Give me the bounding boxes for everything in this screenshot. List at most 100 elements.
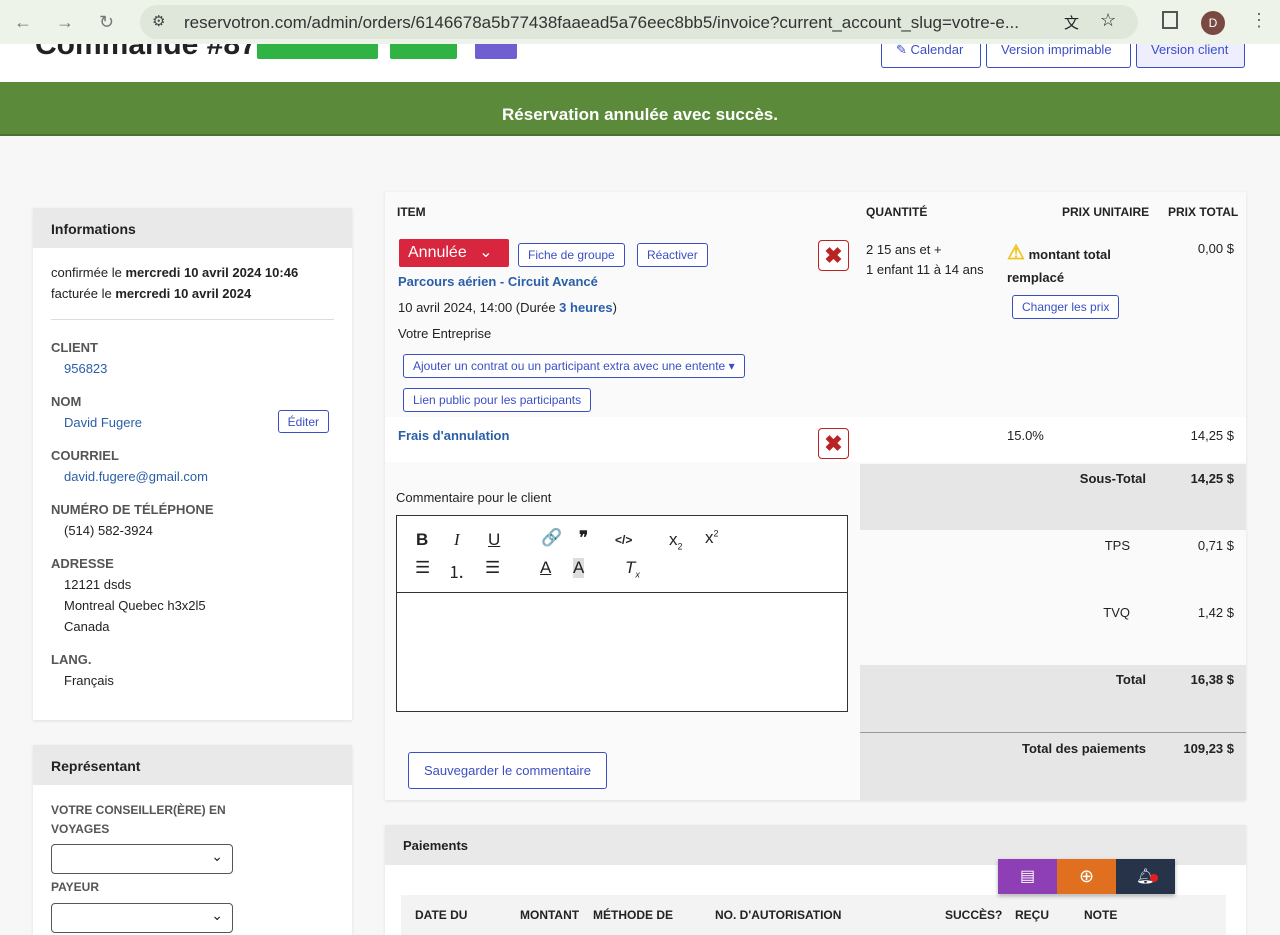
card-title: Représentant <box>33 745 352 785</box>
translate-icon[interactable]: 文 <box>1064 12 1079 33</box>
billed-date: mercredi 10 avril 2024 <box>115 286 252 301</box>
ordered-list-icon[interactable]: ⒈ <box>448 558 465 583</box>
name-label: NOM <box>51 394 82 409</box>
site-settings-icon[interactable]: ⚙ <box>152 12 165 30</box>
code-icon[interactable]: </> <box>615 533 632 547</box>
client-name-link[interactable]: David Fugere <box>64 415 142 430</box>
public-link-button[interactable]: Lien public pour les participants <box>403 388 592 412</box>
address-line: 12121 dsds <box>64 577 132 592</box>
comment-editor[interactable]: B I U 🔗 ❞ </> x2 x2 ☰ ⒈ ☰ A A Tx <box>396 515 848 712</box>
star-icon[interactable]: ☆ <box>1100 10 1116 31</box>
confirmed-label: confirmée le <box>51 265 122 280</box>
col-note: NOTE <box>1084 908 1118 922</box>
clear-format-icon[interactable]: Tx <box>625 558 640 579</box>
page-header: Commande #87 ✎ Calendar Version imprimab… <box>0 44 1280 82</box>
tvq-label: TVQ <box>1103 605 1130 620</box>
status-dropdown[interactable]: Annulée ⌄ <box>399 239 509 267</box>
email-link[interactable]: david.fugere@gmail.com <box>64 466 334 487</box>
payer-select[interactable] <box>51 903 233 933</box>
profile-avatar[interactable]: D <box>1201 11 1225 35</box>
align-icon[interactable]: ☰ <box>415 558 430 578</box>
printable-version-button[interactable]: Version imprimable <box>986 44 1131 68</box>
item-date-end: ) <box>612 300 617 315</box>
bold-icon[interactable]: B <box>416 530 428 550</box>
quote-icon[interactable]: ❞ <box>579 528 588 548</box>
edit-client-button[interactable]: Éditer <box>277 410 329 433</box>
reactivate-button[interactable]: Réactiver <box>637 243 708 267</box>
side-panel-icon[interactable] <box>1162 11 1178 29</box>
add-contract-label: Ajouter un contrat ou un participant ext… <box>413 359 726 373</box>
phone-value: (514) 582-3924 <box>64 523 153 538</box>
success-banner: Réservation annulée avec succès. <box>0 82 1280 136</box>
calendar-label: Calendar <box>910 44 964 57</box>
lang-label: LANG. <box>51 652 92 667</box>
browser-toolbar: ← → ↻ ⚙ reservotron.com/admin/orders/614… <box>0 0 1280 44</box>
col-total-price: PRIX TOTAL <box>1168 205 1239 219</box>
company-name: Votre Entreprise <box>398 326 492 341</box>
chevron-down-icon: ⌄ <box>479 244 493 261</box>
change-prices-button[interactable]: Changer les prix <box>1012 295 1120 319</box>
address-bar[interactable]: ⚙ reservotron.com/admin/orders/6146678a5… <box>140 5 1138 39</box>
subtotal-label: Sous-Total <box>1079 471 1146 486</box>
phone-label: NUMÉRO DE TÉLÉPHONE <box>51 502 214 517</box>
col-method: MÉTHODE DE <box>593 908 674 922</box>
fee-link[interactable]: Frais d'annulation <box>398 428 509 443</box>
line-total: 0,00 $ <box>1197 241 1234 256</box>
fee-rate: 15.0% <box>1007 428 1044 443</box>
add-contract-dropdown[interactable]: Ajouter un contrat ou un participant ext… <box>403 354 745 378</box>
floating-toolbar: ▤ ⊕ 🔔︎ <box>998 859 1175 894</box>
quantity-line: 1 enfant 11 à 14 ans <box>866 262 984 277</box>
invoice-items-card: ITEM QUANTITÉ PRIX UNITAIRE PRIX TOTAL A… <box>385 192 1246 800</box>
group-sheet-button[interactable]: Fiche de groupe <box>518 243 625 267</box>
status-label: Annulée <box>408 244 467 261</box>
subscript-icon[interactable]: x2 <box>669 530 683 551</box>
lang-value: Français <box>64 673 114 688</box>
advisor-select[interactable] <box>51 844 233 874</box>
tps-value: 0,71 $ <box>1197 538 1234 553</box>
billed-label: facturée le <box>51 286 112 301</box>
item-date: 10 avril 2024, 14:00 (Durée <box>398 300 560 315</box>
reload-icon[interactable]: ↻ <box>99 12 114 33</box>
client-link[interactable]: 956823 <box>64 358 334 379</box>
background-color-icon[interactable]: A <box>573 558 585 578</box>
client-version-button[interactable]: Version client <box>1136 44 1245 68</box>
back-icon[interactable]: ← <box>14 12 32 33</box>
caret-down-icon: ▾ <box>728 359 735 373</box>
status-badge <box>475 44 517 59</box>
product-link[interactable]: Parcours aérien - Circuit Avancé <box>398 274 598 289</box>
col-authorization: NO. D'AUTORISATION <box>715 908 842 922</box>
editor-toolbar: B I U 🔗 ❞ </> x2 x2 ☰ ⒈ ☰ A A Tx <box>397 516 847 593</box>
col-amount: MONTANT <box>520 908 580 922</box>
tps-label: TPS <box>1104 538 1130 553</box>
url-text[interactable]: reservotron.com/admin/orders/6146678a5b7… <box>184 13 1019 33</box>
bullet-list-icon[interactable]: ☰ <box>485 558 500 578</box>
status-badge <box>390 44 457 59</box>
duration-link[interactable]: 3 heures <box>559 300 612 315</box>
text-color-icon[interactable]: A <box>540 558 551 578</box>
delete-fee-icon[interactable]: ✖ <box>818 428 849 459</box>
payments-total-label: Total des paiements <box>1021 741 1146 756</box>
italic-icon[interactable]: I <box>454 530 460 550</box>
fee-total: 14,25 $ <box>1190 428 1234 443</box>
help-lifebuoy-icon[interactable]: ⊕ <box>1057 859 1116 894</box>
save-comment-button[interactable]: Sauvegarder le commentaire <box>408 752 607 789</box>
total-label: Total <box>1115 672 1146 687</box>
superscript-icon[interactable]: x2 <box>705 528 719 548</box>
notifications-bell-icon[interactable]: 🔔︎ <box>1116 859 1175 894</box>
advisor-label: VOTRE CONSEILLER(ÈRE) EN VOYAGES <box>51 803 226 836</box>
warning-icon: ⚠ <box>1007 242 1025 264</box>
address-line: Montreal Quebec h3x2l5 <box>64 598 206 613</box>
menu-icon[interactable]: ⋮ <box>1250 10 1268 31</box>
card-title: Informations <box>33 208 352 248</box>
email-label: COURRIEL <box>51 448 119 463</box>
informations-card: Informations confirmée le mercredi 10 av… <box>33 208 352 720</box>
fee-row <box>385 417 1246 462</box>
forward-icon[interactable]: → <box>56 12 74 33</box>
delete-item-icon[interactable]: ✖ <box>818 240 849 271</box>
underline-icon[interactable]: U <box>488 530 500 550</box>
col-receipt: REÇU <box>1015 908 1050 922</box>
document-icon[interactable]: ▤ <box>998 859 1057 894</box>
col-quantity: QUANTITÉ <box>866 205 928 219</box>
calendar-button[interactable]: ✎ Calendar <box>881 44 981 68</box>
link-icon[interactable]: 🔗 <box>541 528 562 548</box>
